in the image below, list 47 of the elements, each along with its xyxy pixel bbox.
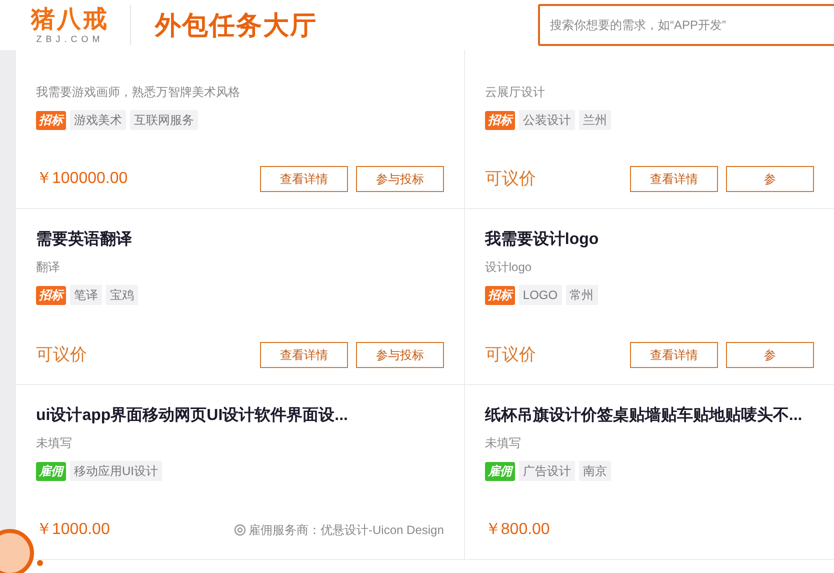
logo[interactable]: 猪八戒 bbox=[31, 6, 109, 34]
target-icon bbox=[234, 524, 246, 536]
task-type-badge: 招标 bbox=[36, 286, 66, 304]
price: ￥1000.00 bbox=[36, 520, 110, 540]
tag: 笔译 bbox=[70, 285, 102, 305]
task-type-badge: 招标 bbox=[36, 110, 66, 130]
price: ￥800.00 bbox=[484, 520, 550, 540]
price: 可议价 bbox=[484, 344, 536, 366]
task-description: 未填写 bbox=[36, 435, 73, 451]
view-details-button[interactable]: 查看详情 bbox=[260, 166, 348, 192]
task-type-badge: 招标 bbox=[484, 110, 515, 130]
task-description: 云展厅设计 bbox=[484, 84, 546, 100]
tag: 兰州 bbox=[578, 110, 611, 130]
task-title[interactable]: 我需要设计logo bbox=[484, 229, 599, 251]
task-type-badge: 招标 bbox=[484, 286, 515, 304]
task-title[interactable]: 需要英语翻译 bbox=[36, 229, 132, 251]
task-description: 我需要游戏画师，熟悉万智牌美术风格 bbox=[36, 84, 241, 100]
tag: 游戏美术 bbox=[70, 110, 126, 130]
task-type-badge: 雇佣 bbox=[36, 462, 66, 480]
tag: 南京 bbox=[578, 461, 611, 481]
task-description: 未填写 bbox=[484, 435, 522, 451]
task-description: 翻译 bbox=[36, 259, 61, 275]
bid-button[interactable]: 参与投标 bbox=[356, 166, 444, 192]
bid-button[interactable]: 参 bbox=[726, 166, 814, 192]
task-type-badge: 雇佣 bbox=[484, 462, 515, 480]
view-details-button[interactable]: 查看详情 bbox=[630, 342, 718, 368]
tag: LOGO bbox=[518, 285, 562, 305]
view-details-button[interactable]: 查看详情 bbox=[630, 166, 718, 192]
task-title[interactable]: 纸杯吊旗设计价签桌贴墙贴车贴地贴唛头不... bbox=[484, 405, 802, 427]
price: 可议价 bbox=[484, 168, 536, 190]
tag: 常州 bbox=[566, 285, 598, 305]
search-field[interactable]: 搜索你想要的需求，如“APP开发” bbox=[538, 4, 834, 46]
bid-button[interactable]: 参与投标 bbox=[356, 342, 444, 368]
tag: 宝鸡 bbox=[106, 285, 138, 305]
tag: 广告设计 bbox=[518, 461, 575, 481]
tag: 公装设计 bbox=[518, 110, 575, 130]
service-provider: 雇佣服务商：优悬设计-Uicon Design bbox=[248, 522, 444, 539]
bid-button[interactable]: 参 bbox=[726, 342, 814, 368]
task-description: 设计logo bbox=[484, 259, 533, 275]
tag: 互联网服务 bbox=[130, 110, 198, 130]
view-details-button[interactable]: 查看详情 bbox=[260, 342, 348, 368]
price: ￥100000.00 bbox=[36, 169, 128, 189]
tag: 移动应用UI设计 bbox=[70, 461, 162, 481]
task-title[interactable]: ui设计app界面移动网页UI设计软件界面设... bbox=[36, 405, 348, 427]
price: 可议价 bbox=[36, 344, 87, 366]
logo-domain: ZBJ.COM bbox=[36, 34, 104, 44]
page-title: 外包任务大厅 bbox=[155, 8, 317, 42]
